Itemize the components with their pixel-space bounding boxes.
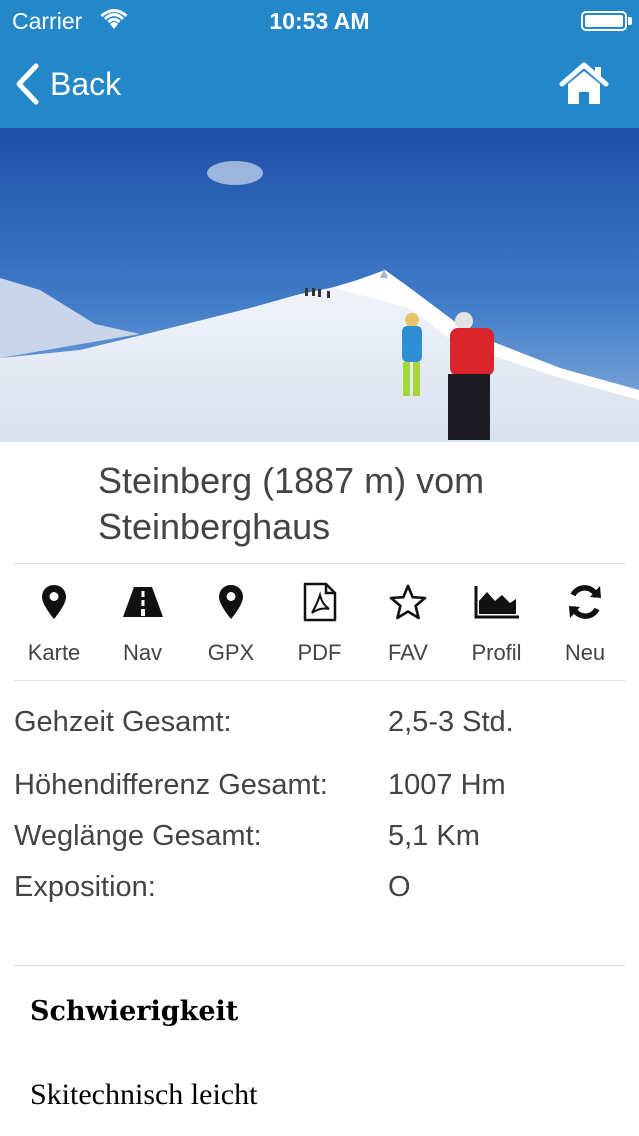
tool-label: GPX bbox=[207, 640, 255, 665]
divider-top bbox=[14, 563, 625, 564]
tool-gpx[interactable]: GPX bbox=[191, 570, 271, 680]
road-icon bbox=[122, 587, 163, 617]
detail-row: Höhendifferenz Gesamt: 1007 Hm bbox=[14, 769, 625, 809]
nav-header: Carrier 10:53 AM Back bbox=[0, 0, 639, 128]
battery-nub bbox=[628, 17, 632, 25]
star-icon bbox=[389, 584, 427, 620]
tool-label: Profil bbox=[471, 640, 522, 665]
status-time: 10:53 AM bbox=[269, 8, 370, 34]
detail-label: Gehzeit Gesamt: bbox=[14, 706, 232, 738]
tool-label: Karte bbox=[27, 640, 81, 665]
chevron-left-icon bbox=[16, 63, 39, 105]
detail-value: O bbox=[388, 871, 411, 903]
divider-toolbar bbox=[14, 680, 625, 681]
tool-fav[interactable]: FAV bbox=[368, 570, 448, 680]
tool-label: Nav bbox=[122, 640, 163, 665]
tool-label: Neu bbox=[564, 640, 606, 665]
back-button[interactable]: Back bbox=[14, 60, 121, 108]
tool-label: PDF bbox=[297, 640, 342, 665]
divider-details bbox=[14, 965, 625, 966]
tool-karte[interactable]: Karte bbox=[14, 570, 94, 680]
difficulty-heading: Schwierigkeit bbox=[30, 996, 239, 1027]
map-pin-icon bbox=[219, 585, 243, 619]
detail-label: Exposition: bbox=[14, 871, 156, 903]
tool-label: FAV bbox=[388, 640, 428, 665]
hiker-red bbox=[448, 312, 494, 440]
difficulty-value: Skitechnisch leicht bbox=[30, 1078, 258, 1111]
detail-label: Weglänge Gesamt: bbox=[14, 820, 262, 852]
action-toolbar: Karte Nav GPX PDF FAV Profil Neu bbox=[14, 570, 625, 680]
detail-row: Gehzeit Gesamt: 2,5-3 Std. bbox=[14, 706, 625, 746]
back-label: Back bbox=[50, 65, 122, 102]
tour-title: Steinberg (1887 m) vom Steinberghaus bbox=[98, 460, 485, 547]
detail-label: Höhendifferenz Gesamt: bbox=[14, 769, 328, 801]
detail-row: Exposition: O bbox=[14, 871, 625, 911]
status-bar: Carrier 10:53 AM bbox=[0, 0, 639, 40]
home-icon[interactable] bbox=[559, 62, 609, 106]
detail-value: 5,1 Km bbox=[388, 820, 480, 852]
hero-image bbox=[0, 128, 639, 442]
pdf-icon bbox=[303, 582, 336, 622]
tool-pdf[interactable]: PDF bbox=[280, 570, 360, 680]
battery-icon bbox=[581, 11, 627, 31]
tool-profil[interactable]: Profil bbox=[457, 570, 537, 680]
tool-nav[interactable]: Nav bbox=[103, 570, 183, 680]
detail-row: Weglänge Gesamt: 5,1 Km bbox=[14, 820, 625, 860]
map-pin-icon bbox=[42, 585, 66, 619]
tool-neu[interactable]: Neu bbox=[545, 570, 625, 680]
detail-value: 1007 Hm bbox=[388, 769, 506, 801]
detail-value: 2,5-3 Std. bbox=[388, 706, 514, 738]
refresh-icon bbox=[569, 585, 601, 619]
area-chart-icon bbox=[474, 586, 519, 619]
